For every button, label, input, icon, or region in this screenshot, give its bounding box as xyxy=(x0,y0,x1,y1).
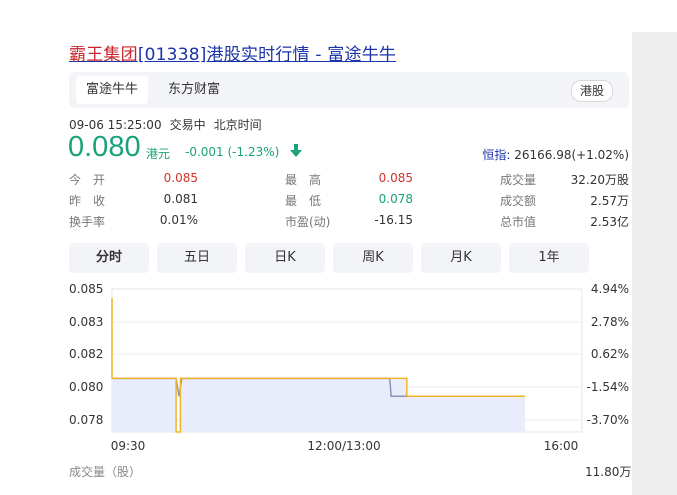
y-tick-label: 0.085 xyxy=(69,282,103,296)
y-tick-label: 0.080 xyxy=(69,380,103,394)
price-area xyxy=(112,297,526,432)
y-tick-label: 0.078 xyxy=(69,413,103,427)
y-tick-label-right: 0.62% xyxy=(591,347,629,361)
y-tick-label: 0.082 xyxy=(69,347,103,361)
y-tick-label-right: -3.70% xyxy=(587,413,629,427)
x-tick-label: 16:00 xyxy=(544,439,579,453)
intraday-chart: 0.085 4.94% 0.083 2.78% 0.082 0.62% 0.080 -1.54… xyxy=(69,282,629,453)
y-tick-label-right: 4.94% xyxy=(591,282,629,296)
volume-label: 成交量（股） xyxy=(69,465,142,479)
y-tick-label-right: -1.54% xyxy=(587,380,629,394)
y-tick-label-right: 2.78% xyxy=(591,315,629,329)
x-tick-label: 12:00/13:00 xyxy=(307,439,380,453)
y-tick-label: 0.083 xyxy=(69,315,103,329)
x-tick-label: 09:30 xyxy=(111,439,146,453)
volume-max: 11.80万 xyxy=(585,465,632,479)
